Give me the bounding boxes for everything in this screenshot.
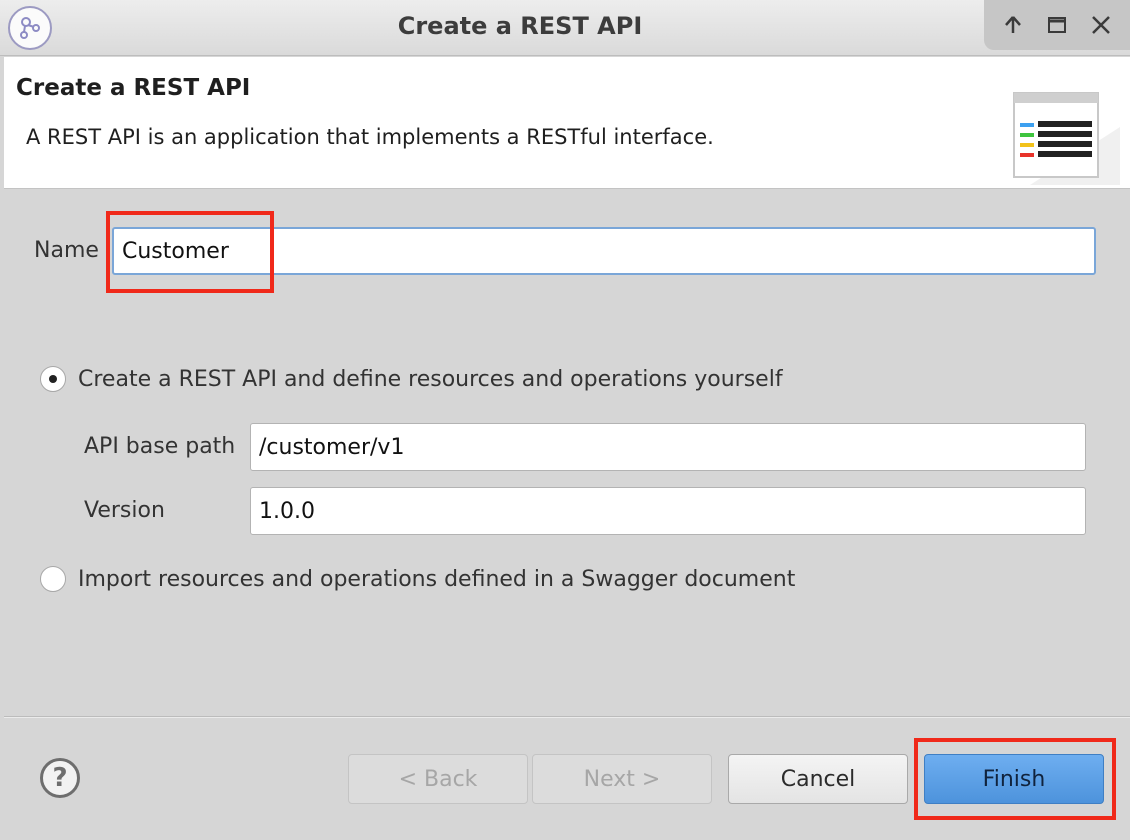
cancel-button[interactable]: Cancel (728, 754, 908, 804)
name-highlight-box (106, 211, 274, 293)
radio-import-swagger[interactable]: Import resources and operations defined … (40, 566, 795, 592)
title-bar: Create a REST API (0, 0, 1130, 56)
arrow-up-icon[interactable] (1000, 12, 1026, 38)
wizard-header: Create a REST API A REST API is an appli… (4, 57, 1130, 189)
version-input[interactable]: 1.0.0 (250, 487, 1086, 535)
wizard-title: Create a REST API (16, 75, 251, 101)
api-document-icon (970, 67, 1120, 185)
window-controls (984, 0, 1130, 50)
name-label: Name (34, 238, 99, 263)
back-button[interactable]: < Back (348, 754, 528, 804)
window-title: Create a REST API (397, 12, 643, 40)
radio-import-label: Import resources and operations defined … (78, 566, 796, 592)
help-icon[interactable]: ? (40, 758, 80, 798)
close-icon[interactable] (1088, 12, 1114, 38)
wizard-description: A REST API is an application that implem… (26, 125, 714, 149)
base-path-label: API base path (84, 434, 236, 459)
base-path-input[interactable]: /customer/v1 (250, 423, 1086, 471)
version-label: Version (84, 498, 165, 523)
next-button[interactable]: Next > (532, 754, 712, 804)
radio-define-resources[interactable]: Create a REST API and define resources a… (40, 366, 783, 392)
footer-separator (4, 716, 1130, 718)
finish-highlight-box (914, 738, 1116, 820)
maximize-icon[interactable] (1044, 12, 1070, 38)
radio-define-label: Create a REST API and define resources a… (78, 366, 783, 392)
radio-button-selected[interactable] (40, 366, 66, 392)
radio-button-unselected[interactable] (40, 566, 66, 592)
